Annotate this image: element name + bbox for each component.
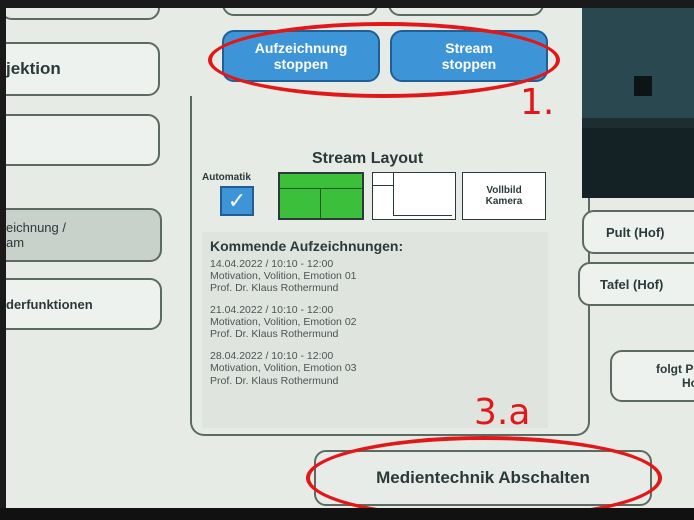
preset-tafel-hof-button[interactable]: Tafel (Hof) xyxy=(578,262,694,306)
camera-preview xyxy=(582,8,694,198)
recording-date: 14.04.2022 / 10:10 - 12:00 xyxy=(210,258,334,270)
layout-pip-inset xyxy=(373,173,394,186)
preset-folgt-label-line2: Ho xyxy=(682,376,694,390)
annotation-step-3a: 3.a xyxy=(474,392,531,433)
recording-course: Motivation, Volition, Emotion 02 xyxy=(210,316,357,329)
layout-pip-main xyxy=(393,185,452,216)
recording-course: Motivation, Volition, Emotion 01 xyxy=(210,270,357,283)
nav-projektion-button[interactable]: jektion xyxy=(0,42,160,96)
layout-option-split[interactable] xyxy=(278,172,364,220)
recording-lecturer: Prof. Dr. Klaus Rothermund xyxy=(210,328,339,341)
preset-folgt-button[interactable]: folgt Pr Ho xyxy=(610,350,694,402)
nav-empty-button[interactable] xyxy=(0,114,160,166)
camera-scene-object xyxy=(634,76,652,96)
vollbild-label-line1: Vollbild xyxy=(486,185,522,196)
automatik-label: Automatik xyxy=(202,172,251,183)
recording-course: Motivation, Volition, Emotion 03 xyxy=(210,362,357,375)
preset-pult-label: Pult (Hof) xyxy=(606,224,665,240)
vollbild-kamera-button[interactable]: Vollbild Kamera xyxy=(462,172,546,220)
list-item: 21.04.2022 / 10:10 - 12:00 Motivation, V… xyxy=(210,304,540,340)
nav-aufzeichnung-button[interactable]: eichnung / am xyxy=(0,208,162,262)
camera-scene-desk xyxy=(582,128,694,198)
preset-tafel-label: Tafel (Hof) xyxy=(600,276,664,292)
screen-bezel-bottom xyxy=(0,508,694,520)
recording-date: 21.04.2022 / 10:10 - 12:00 xyxy=(210,304,334,317)
layout-split-divider-v xyxy=(320,188,321,218)
nav-sonderfunktionen-label: derfunktionen xyxy=(6,296,93,312)
preset-pult-hof-button[interactable]: Pult (Hof) xyxy=(582,210,694,254)
recording-date: 28.04.2022 / 10:10 - 12:00 xyxy=(210,350,334,363)
nav-sonderfunktionen-button[interactable]: derfunktionen xyxy=(0,278,162,330)
list-item: 28.04.2022 / 10:10 - 12:00 Motivation, V… xyxy=(210,350,540,386)
preset-folgt-label-line1: folgt Pr xyxy=(656,362,694,376)
stream-layout-title: Stream Layout xyxy=(312,150,424,167)
camera-scene-wall xyxy=(582,8,694,118)
layout-option-pip[interactable] xyxy=(372,172,456,220)
nav-projektion-label: jektion xyxy=(6,59,61,78)
recordings-title: Kommende Aufzeichnungen: xyxy=(210,238,404,254)
check-icon: ✓ xyxy=(227,188,247,213)
recording-lecturer: Prof. Dr. Klaus Rothermund xyxy=(210,282,339,295)
annotation-step-1: 1. xyxy=(520,82,555,123)
list-item: 14.04.2022 / 10:10 - 12:00 Motivation, V… xyxy=(210,258,540,294)
recording-lecturer: Prof. Dr. Klaus Rothermund xyxy=(210,374,339,387)
touch-panel-screen: jektion eichnung / am derfunktionen Aufz… xyxy=(0,0,694,520)
nav-aufzeichnung-label-line1: eichnung / xyxy=(6,220,66,235)
screen-bezel-top xyxy=(0,0,694,8)
layout-split-divider-h xyxy=(280,188,362,189)
annotation-ellipse-stop-buttons xyxy=(208,22,560,98)
vollbild-label-line2: Kamera xyxy=(485,196,523,207)
nav-aufzeichnung-label-line2: am xyxy=(6,235,25,250)
automatik-checkbox[interactable]: ✓ xyxy=(220,186,254,216)
screen-bezel-left xyxy=(0,0,6,520)
